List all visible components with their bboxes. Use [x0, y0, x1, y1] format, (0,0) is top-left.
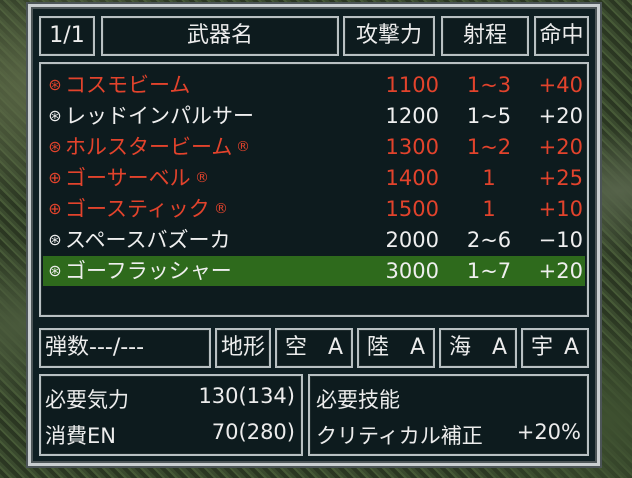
weapon-type-icon: ⊛ [48, 75, 62, 94]
en-cost-label: 消費EN [45, 424, 116, 448]
weapon-row[interactable]: ⊕ ゴースティック ® 1500 1 +10 [43, 194, 585, 224]
weapon-name: ゴーフラッシャー [65, 259, 232, 283]
weapon-row[interactable]: ⊛ スペースバズーカ 2000 2~6 −10 [43, 225, 585, 255]
post-move-icon: ® [214, 201, 228, 217]
terrain-land-rank: A [409, 335, 425, 360]
weapon-type-icon: ⊕ [48, 168, 62, 187]
weapon-accuracy: +40 [538, 73, 583, 97]
attack-power-header: 攻撃力 [343, 16, 435, 56]
weapon-name-header: 武器名 [101, 16, 339, 56]
weapon-name: ホルスタービーム [65, 135, 233, 159]
terrain-label: 地形 [215, 328, 271, 368]
weapon-attack-power: 1400 [385, 166, 439, 190]
weapon-list: ⊛ コスモビーム 1100 1~3 +40 ⊛ レッドインパルサー 1200 1~5 +20 ⊛ ホル… [39, 62, 589, 317]
weapon-row[interactable]: ⊛ ゴーフラッシャー 3000 1~7 +20 [43, 256, 585, 286]
terrain-air-rank: A [327, 335, 343, 360]
weapon-range: 1 [482, 197, 496, 221]
weapon-accuracy: +20 [538, 135, 583, 159]
critical-label: クリティカル補正 [316, 424, 483, 448]
cost-panel: 必要気力 130(134) 消費EN 70(280) [39, 374, 303, 456]
required-skill-label: 必要技能 [316, 388, 400, 412]
terrain-air-label: 空 [285, 335, 308, 360]
weapon-range: 1 [482, 166, 496, 190]
weapon-row[interactable]: ⊛ ホルスタービーム ® 1300 1~2 +20 [43, 132, 585, 162]
weapon-name: スペースバズーカ [65, 228, 231, 252]
terrain-space-label: 宇 [531, 335, 554, 360]
terrain-space-rank: A [563, 335, 579, 360]
weapon-accuracy: +20 [538, 104, 583, 128]
weapon-list-window: 1/1 武器名 攻撃力 射程 命中 ⊛ コスモビーム 1100 1~3 +40 ⊛ レッドイ… [28, 4, 600, 466]
page-indicator: 1/1 [39, 16, 95, 56]
morale-value: 130(134) [198, 384, 295, 408]
weapon-attack-power: 3000 [385, 259, 439, 283]
post-move-icon: ® [195, 170, 209, 186]
weapon-attack-power: 1500 [385, 197, 439, 221]
weapon-range: 1~7 [466, 259, 512, 283]
weapon-range: 1~5 [466, 104, 512, 128]
weapon-attack-power: 1100 [385, 73, 439, 97]
weapon-type-icon: ⊕ [48, 199, 62, 218]
weapon-type-icon: ⊛ [48, 137, 62, 156]
ammo-count: 弾数---/--- [39, 328, 211, 368]
terrain-rank-sea: 海 A [439, 328, 517, 368]
weapon-name: ゴーサーベル [65, 166, 191, 190]
terrain-rank-air: 空 A [275, 328, 353, 368]
terrain-land-label: 陸 [367, 335, 390, 360]
weapon-row[interactable]: ⊛ コスモビーム 1100 1~3 +40 [43, 70, 585, 100]
weapon-row[interactable]: ⊕ ゴーサーベル ® 1400 1 +25 [43, 163, 585, 193]
weapon-range: 2~6 [466, 228, 512, 252]
weapon-range: 1~3 [466, 73, 512, 97]
weapon-attack-power: 2000 [385, 228, 439, 252]
morale-label: 必要気力 [45, 388, 129, 412]
weapon-accuracy: −10 [538, 228, 583, 252]
weapon-type-icon: ⊛ [48, 261, 62, 280]
weapon-range: 1~2 [466, 135, 512, 159]
critical-value: +20% [516, 420, 581, 444]
weapon-name: ゴースティック [65, 197, 210, 221]
en-cost-value: 70(280) [211, 420, 295, 444]
range-header: 射程 [441, 16, 529, 56]
weapon-attack-power: 1200 [385, 104, 439, 128]
weapon-row[interactable]: ⊛ レッドインパルサー 1200 1~5 +20 [43, 101, 585, 131]
skill-panel: 必要技能 クリティカル補正 +20% [308, 374, 589, 456]
weapon-name: コスモビーム [65, 73, 191, 97]
terrain-rank-land: 陸 A [357, 328, 435, 368]
weapon-accuracy: +20 [538, 259, 583, 283]
weapon-attack-power: 1300 [385, 135, 439, 159]
weapon-name: レッドインパルサー [65, 104, 254, 128]
terrain-rank-space: 宇 A [521, 328, 589, 368]
weapon-accuracy: +10 [538, 197, 583, 221]
weapon-accuracy: +25 [538, 166, 583, 190]
terrain-sea-label: 海 [449, 335, 472, 360]
accuracy-header: 命中 [534, 16, 589, 56]
post-move-icon: ® [236, 139, 250, 155]
weapon-type-icon: ⊛ [48, 106, 62, 125]
terrain-sea-rank: A [491, 335, 507, 360]
weapon-type-icon: ⊛ [48, 230, 62, 249]
